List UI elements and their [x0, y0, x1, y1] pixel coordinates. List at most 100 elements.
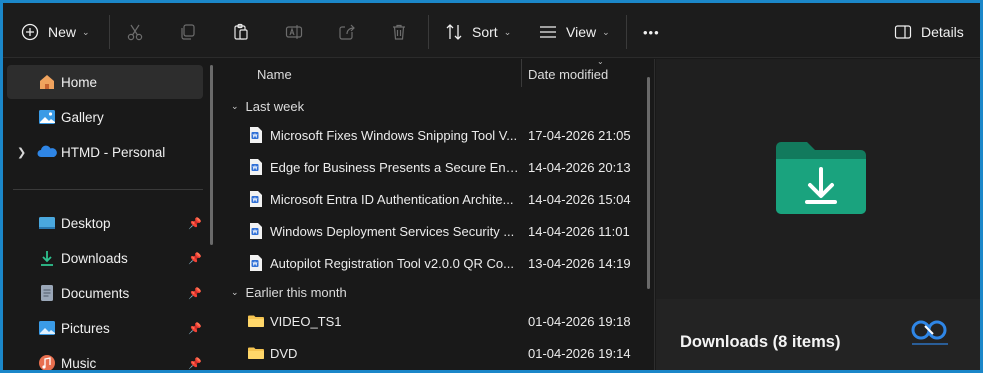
file-list-scrollbar[interactable]	[647, 77, 650, 289]
sidebar-item-label: Music	[61, 355, 97, 371]
sort-indicator-icon: ⌄	[597, 57, 604, 66]
pane-divider[interactable]	[654, 59, 655, 370]
see-more-button[interactable]: •••	[643, 19, 660, 45]
chevron-down-icon: ⌄	[82, 26, 90, 37]
sidebar-item-htmd-personal[interactable]: ❯ HTMD - Personal	[7, 135, 203, 169]
chevron-down-icon: ⌄	[231, 287, 239, 297]
sidebar-item-home[interactable]: Home	[7, 65, 203, 99]
copy-button[interactable]	[178, 19, 198, 45]
htmd-community-logo	[906, 319, 954, 353]
sidebar-item-pictures[interactable]: Pictures 📌	[7, 311, 203, 345]
word-document-icon	[247, 222, 265, 240]
sidebar-item-gallery[interactable]: Gallery	[7, 100, 203, 134]
command-bar: New ⌄ Sort ⌄ View ⌄ ••• Details	[3, 3, 980, 58]
file-name: Microsoft Entra ID Authentication Archit…	[270, 192, 514, 207]
sidebar-scrollbar[interactable]	[210, 65, 213, 245]
file-name: VIDEO_TS1	[270, 314, 342, 329]
pin-icon[interactable]: 📌	[188, 252, 202, 265]
delete-button[interactable]	[389, 19, 409, 45]
sort-icon	[444, 22, 464, 42]
details-title: Downloads (8 items)	[680, 333, 841, 351]
pin-icon[interactable]: 📌	[188, 322, 202, 335]
file-date: 14-04-2026 15:04	[528, 192, 631, 207]
view-button-label: View	[566, 24, 597, 40]
folder-row[interactable]: DVD 01-04-2026 19:14	[219, 337, 645, 369]
word-document-icon	[247, 126, 265, 144]
cut-button[interactable]	[125, 19, 145, 45]
file-name: Windows Deployment Services Security ...	[270, 224, 515, 239]
column-header: Name ⌄ Date modified	[219, 57, 653, 89]
pictures-icon	[37, 318, 57, 338]
sort-button[interactable]: Sort ⌄	[444, 19, 511, 45]
sidebar-item-documents[interactable]: Documents 📌	[7, 276, 203, 310]
onedrive-icon	[37, 142, 57, 162]
sidebar-item-label: Gallery	[61, 109, 104, 125]
chevron-down-icon: ⌄	[602, 26, 610, 37]
file-name: Edge for Business Presents a Secure Ente…	[270, 160, 520, 175]
share-button[interactable]	[337, 19, 357, 45]
pin-icon[interactable]: 📌	[188, 217, 202, 230]
pin-icon[interactable]: 📌	[188, 357, 202, 370]
sort-button-label: Sort	[472, 24, 498, 40]
sidebar-item-music[interactable]: Music 📌	[7, 346, 203, 370]
file-date: 14-04-2026 11:01	[528, 224, 630, 239]
column-header-name[interactable]: Name	[257, 67, 292, 82]
file-date: 17-04-2026 21:05	[528, 128, 631, 143]
group-header-last-week[interactable]: ⌄ Last week	[231, 99, 304, 114]
details-pane: Downloads (8 items)	[656, 59, 980, 370]
file-name: DVD	[270, 346, 298, 361]
view-icon	[538, 22, 558, 42]
file-date: 13-04-2026 14:19	[528, 256, 631, 271]
paste-button[interactable]	[231, 19, 251, 45]
details-button-label: Details	[921, 24, 964, 40]
share-icon	[337, 22, 357, 42]
sidebar-item-desktop[interactable]: Desktop 📌	[7, 206, 203, 240]
file-row[interactable]: Edge for Business Presents a Secure Ente…	[219, 151, 645, 183]
paste-icon	[231, 22, 251, 42]
home-icon	[37, 72, 57, 92]
word-document-icon	[247, 190, 265, 208]
plus-icon	[20, 22, 40, 42]
file-name: Autopilot Registration Tool v2.0.0 QR Co…	[270, 256, 514, 271]
column-divider[interactable]	[521, 59, 522, 87]
details-pane-icon	[893, 22, 913, 42]
pin-icon[interactable]: 📌	[188, 287, 202, 300]
desktop-icon	[37, 213, 57, 233]
file-name: Microsoft Fixes Windows Snipping Tool V.…	[270, 128, 518, 143]
sidebar-item-label: Home	[61, 74, 98, 90]
chevron-down-icon: ⌄	[503, 26, 512, 37]
downloads-folder-icon	[776, 142, 866, 214]
chevron-right-icon[interactable]: ❯	[17, 146, 26, 159]
sidebar-item-label: Documents	[61, 285, 130, 301]
file-row[interactable]: Microsoft Entra ID Authentication Archit…	[219, 183, 645, 215]
word-document-icon	[247, 158, 265, 176]
column-header-date-modified[interactable]: Date modified	[528, 67, 608, 82]
music-icon	[37, 353, 57, 370]
file-row[interactable]: Windows Deployment Services Security ...…	[219, 215, 645, 247]
rename-icon	[284, 22, 304, 42]
file-date: 01-04-2026 19:18	[528, 314, 631, 329]
toolbar-divider	[626, 15, 627, 49]
folder-icon	[247, 312, 265, 330]
sidebar-divider	[13, 189, 203, 190]
sidebar-item-label: Desktop	[61, 215, 111, 231]
group-label: Earlier this month	[245, 285, 347, 300]
download-icon	[37, 248, 57, 268]
rename-button[interactable]	[284, 19, 304, 45]
file-row[interactable]: Microsoft Fixes Windows Snipping Tool V.…	[219, 119, 645, 151]
group-header-earlier-this-month[interactable]: ⌄ Earlier this month	[231, 285, 347, 300]
cut-icon	[125, 22, 145, 42]
file-list: Name ⌄ Date modified ⌄ Last week Microso…	[219, 57, 653, 370]
folder-row[interactable]: VIDEO_TS1 01-04-2026 19:18	[219, 305, 645, 337]
gallery-icon	[37, 107, 57, 127]
sidebar-item-downloads[interactable]: Downloads 📌	[7, 241, 203, 275]
word-document-icon	[247, 254, 265, 272]
new-button[interactable]: New ⌄	[20, 19, 90, 45]
folder-icon	[247, 344, 265, 362]
navigation-pane: Home Gallery ❯ HTMD - Personal Desktop 📌	[3, 59, 217, 370]
view-button[interactable]: View ⌄	[538, 19, 610, 45]
file-row[interactable]: Autopilot Registration Tool v2.0.0 QR Co…	[219, 247, 645, 279]
details-button[interactable]: Details	[893, 19, 964, 45]
sidebar-item-label: Pictures	[61, 320, 110, 336]
delete-icon	[389, 22, 409, 42]
